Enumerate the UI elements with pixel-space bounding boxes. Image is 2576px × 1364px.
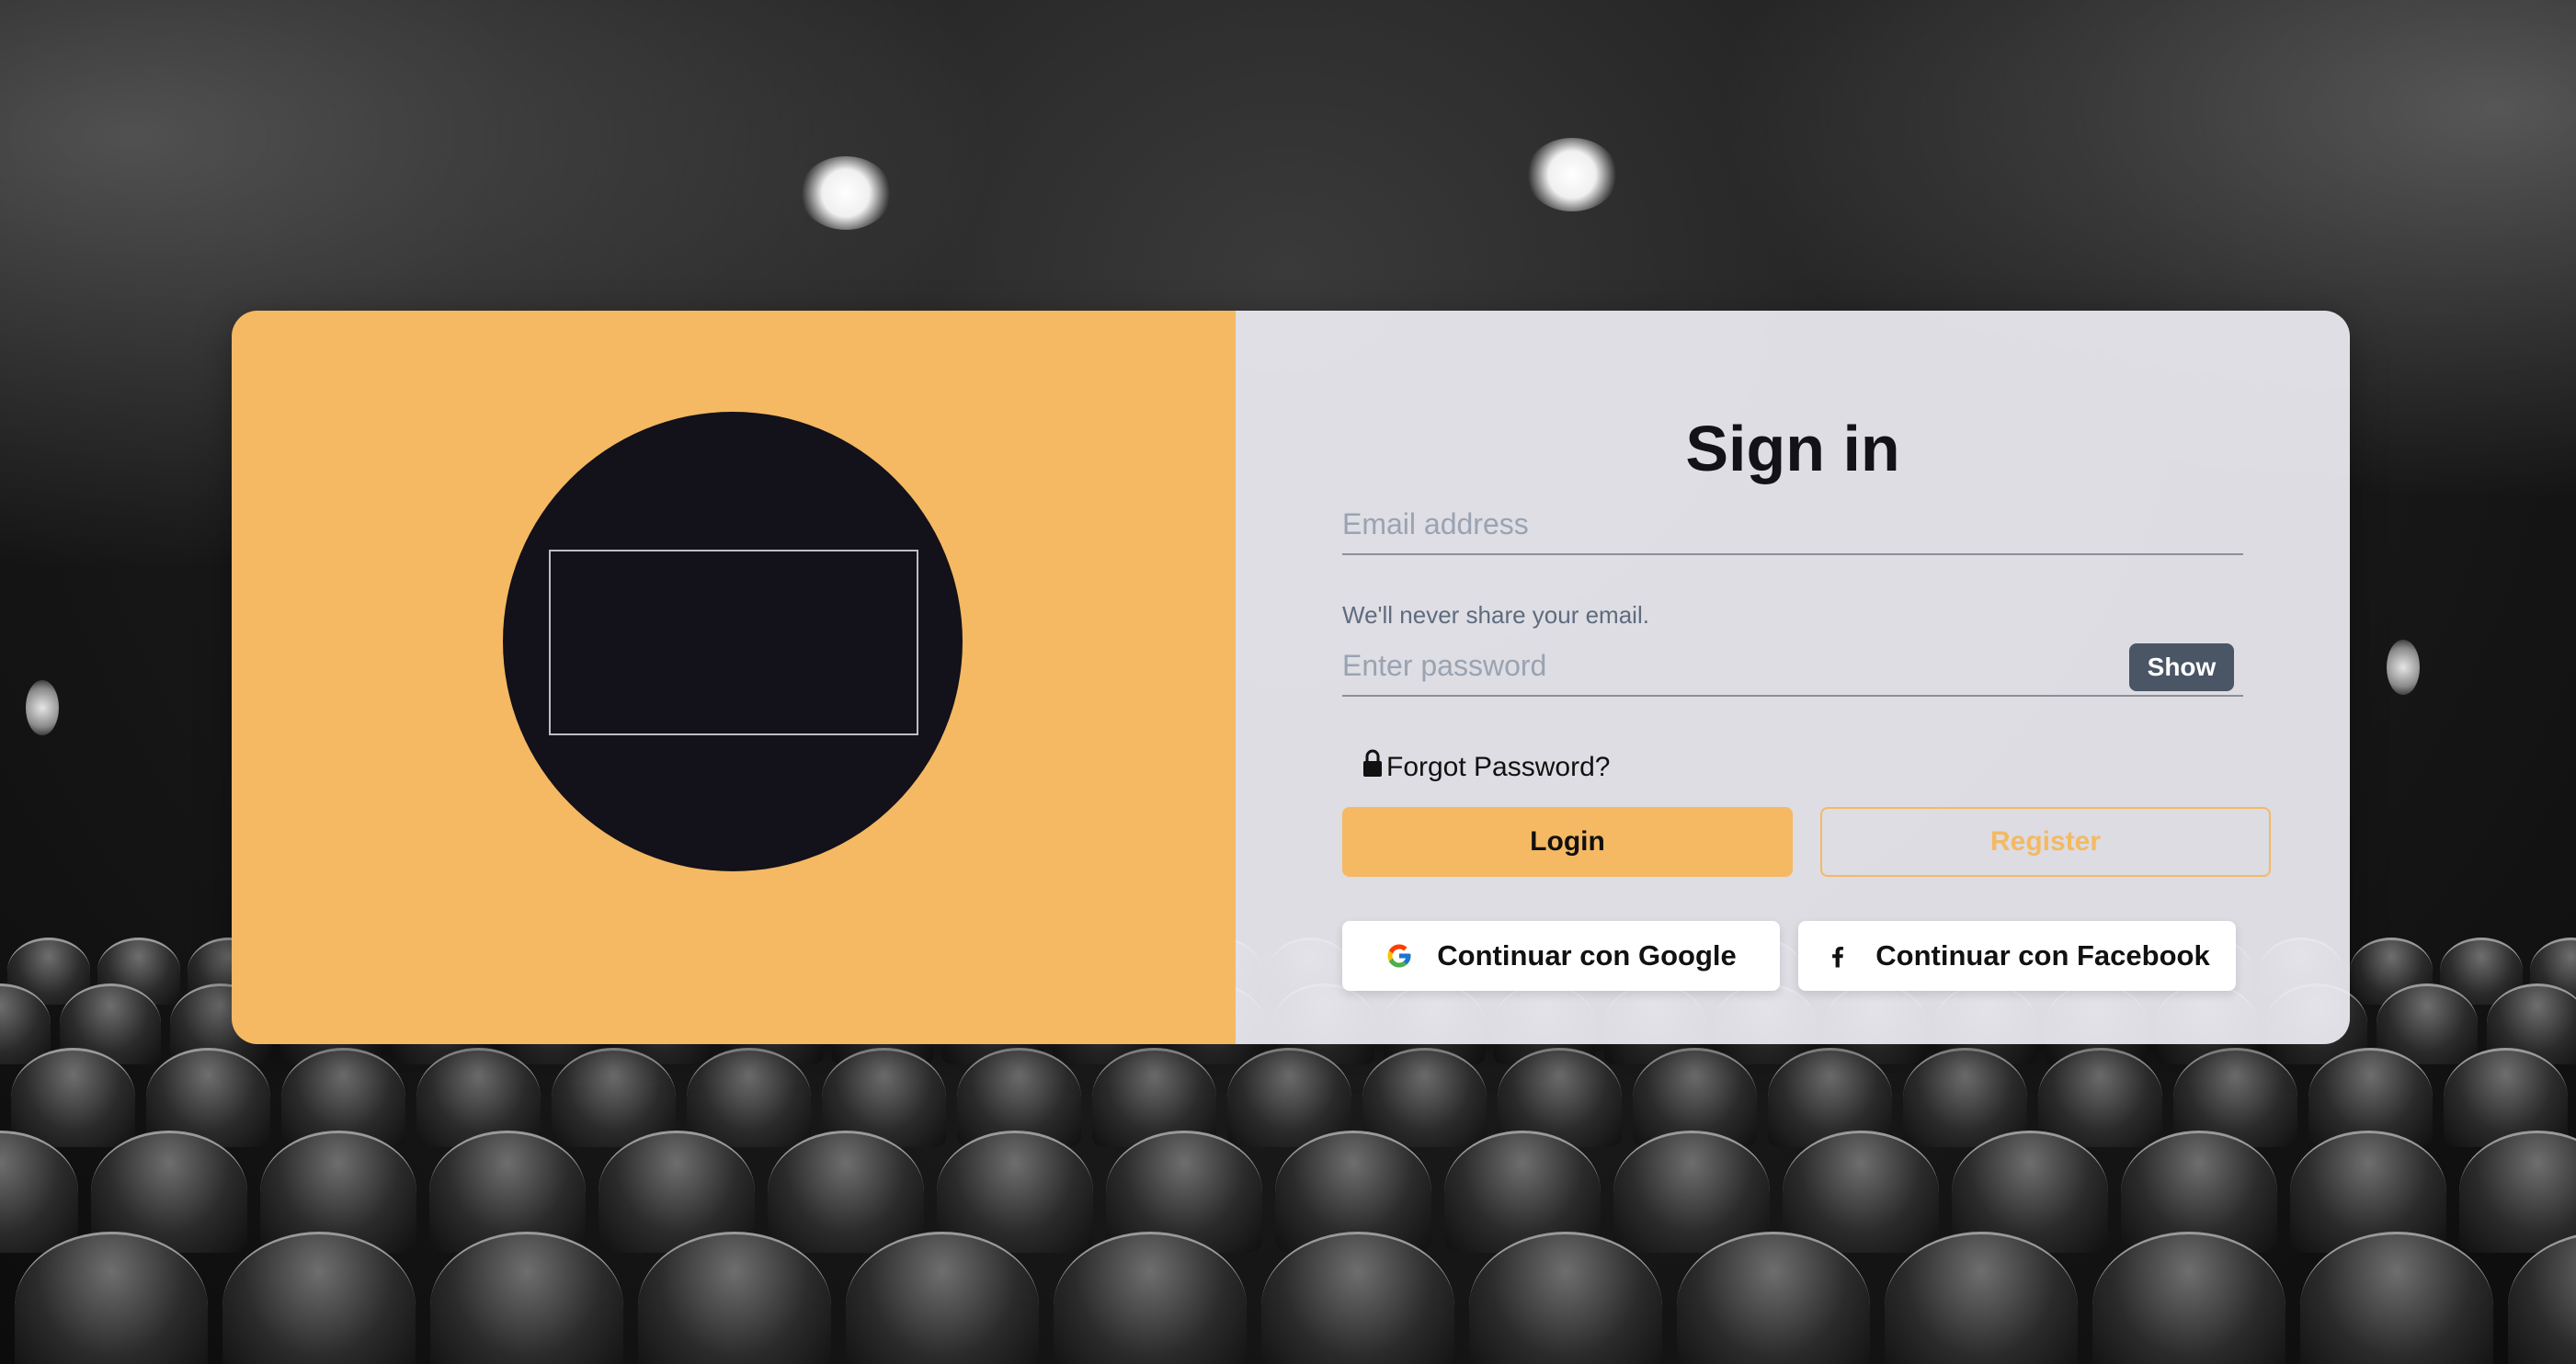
seat — [2300, 1232, 2493, 1364]
seat — [1783, 1131, 1939, 1253]
seat — [430, 1232, 623, 1364]
logo — [503, 412, 963, 871]
wall-light — [2387, 640, 2420, 695]
login-button[interactable]: Login — [1342, 807, 1793, 877]
email-field[interactable] — [1342, 496, 2078, 551]
facebook-login-button[interactable]: Continuar con Facebook — [1798, 921, 2236, 991]
ceiling-light — [1526, 138, 1618, 211]
ceiling-light — [800, 156, 892, 230]
logo-screen-frame — [549, 550, 918, 735]
page-title: Sign in — [1685, 413, 1900, 484]
seat — [687, 1048, 811, 1147]
google-login-label: Continuar con Google — [1437, 939, 1737, 972]
brand-panel — [232, 311, 1236, 1044]
google-login-button[interactable]: Continuar con Google — [1342, 921, 1780, 991]
google-icon — [1387, 944, 1411, 968]
seat — [11, 1048, 135, 1147]
signin-form: Sign in We'll never share your email. Sh… — [1236, 311, 2350, 1044]
seat — [0, 1131, 78, 1253]
seat — [2459, 1131, 2576, 1253]
facebook-login-label: Continuar con Facebook — [1875, 939, 2210, 972]
signin-card: Sign in We'll never share your email. Sh… — [232, 311, 2350, 1044]
seat — [1261, 1232, 1454, 1364]
seat — [2038, 1048, 2162, 1147]
password-field[interactable] — [1342, 638, 2078, 693]
password-field-wrapper: Show — [1342, 638, 2243, 697]
seat — [768, 1131, 924, 1253]
wall-light — [26, 680, 59, 735]
facebook-icon — [1832, 947, 1844, 968]
email-field-wrapper — [1342, 496, 2243, 555]
seat — [1362, 1048, 1487, 1147]
lock-icon — [1363, 749, 1382, 777]
show-password-button[interactable]: Show — [2129, 643, 2234, 691]
forgot-password-label: Forgot Password? — [1386, 752, 1611, 782]
email-hint: We'll never share your email. — [1342, 601, 1649, 629]
register-button[interactable]: Register — [1820, 807, 2271, 877]
forgot-password-link[interactable]: Forgot Password? — [1362, 748, 1610, 783]
